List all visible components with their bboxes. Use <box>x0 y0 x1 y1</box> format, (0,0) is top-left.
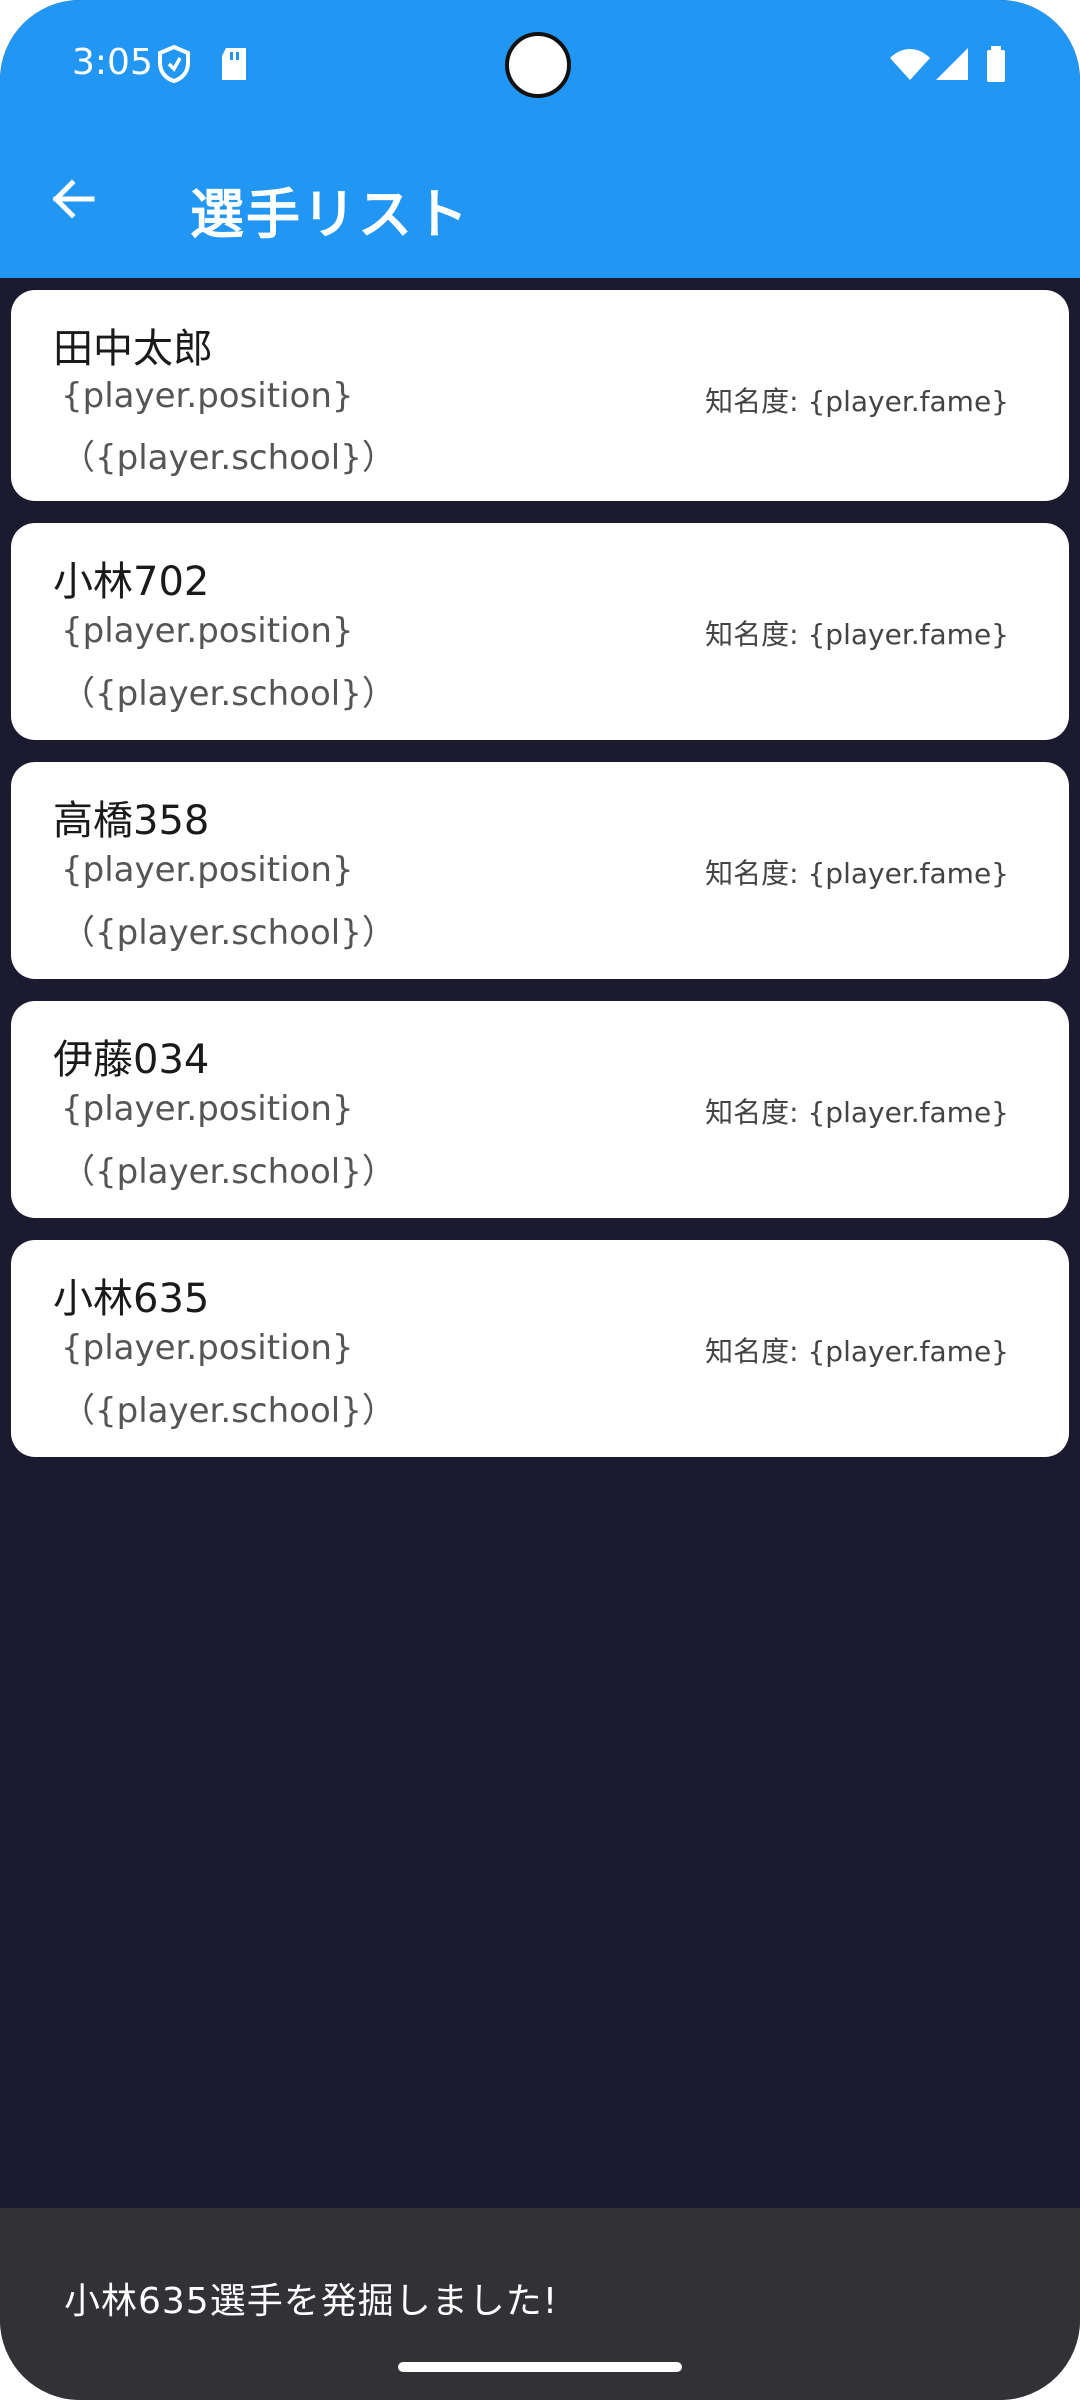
wifi-icon <box>890 49 930 80</box>
player-name: 田中太郎 <box>53 326 213 372</box>
player-fame: 知名度: {player.fame} <box>705 1096 1009 1129</box>
player-fame: 知名度: {player.fame} <box>705 618 1009 651</box>
player-card[interactable]: 伊藤034 {player.position} （{player.school}… <box>11 1001 1069 1218</box>
player-position: {player.position} <box>61 1089 354 1129</box>
player-name: 小林702 <box>53 559 210 605</box>
player-position: {player.position} <box>61 850 354 890</box>
player-name: 小林635 <box>53 1276 210 1322</box>
home-indicator[interactable] <box>398 2362 682 2372</box>
battery-icon <box>987 46 1005 82</box>
player-fame: 知名度: {player.fame} <box>705 857 1009 890</box>
player-position: {player.position} <box>61 376 354 416</box>
back-button[interactable] <box>38 164 108 234</box>
player-position: {player.position} <box>61 1328 354 1368</box>
shield-icon <box>158 44 190 84</box>
player-list: 田中太郎 {player.position} （{player.school}）… <box>11 290 1069 1479</box>
player-school: （{player.school}） <box>61 913 396 953</box>
app-bar: 選手リスト <box>0 130 1080 278</box>
player-card[interactable]: 高橋358 {player.position} （{player.school}… <box>11 762 1069 979</box>
snackbar-message: 小林635選手を発掘しました! <box>64 2281 559 2322</box>
player-fame: 知名度: {player.fame} <box>705 1335 1009 1368</box>
signal-icon <box>936 48 968 80</box>
player-name: 高橋358 <box>53 798 210 844</box>
phone-screen: 3:05 選手リスト 田中太郎 {player.position} （{play… <box>0 0 1080 2400</box>
status-bar: 3:05 <box>0 0 1080 130</box>
player-card[interactable]: 小林635 {player.position} （{player.school}… <box>11 1240 1069 1457</box>
player-school: （{player.school}） <box>61 438 396 478</box>
player-school: （{player.school}） <box>61 1152 396 1192</box>
player-school: （{player.school}） <box>61 674 396 714</box>
page-title: 選手リスト <box>190 183 470 246</box>
player-name: 伊藤034 <box>53 1037 210 1083</box>
player-fame: 知名度: {player.fame} <box>705 385 1009 418</box>
camera-cutout <box>505 32 571 98</box>
player-card[interactable]: 田中太郎 {player.position} （{player.school}）… <box>11 290 1069 501</box>
player-school: （{player.school}） <box>61 1391 396 1431</box>
arrow-back-icon <box>52 179 95 219</box>
player-position: {player.position} <box>61 611 354 651</box>
player-card[interactable]: 小林702 {player.position} （{player.school}… <box>11 523 1069 740</box>
status-time: 3:05 <box>72 42 153 83</box>
sd-card-icon <box>222 48 246 80</box>
